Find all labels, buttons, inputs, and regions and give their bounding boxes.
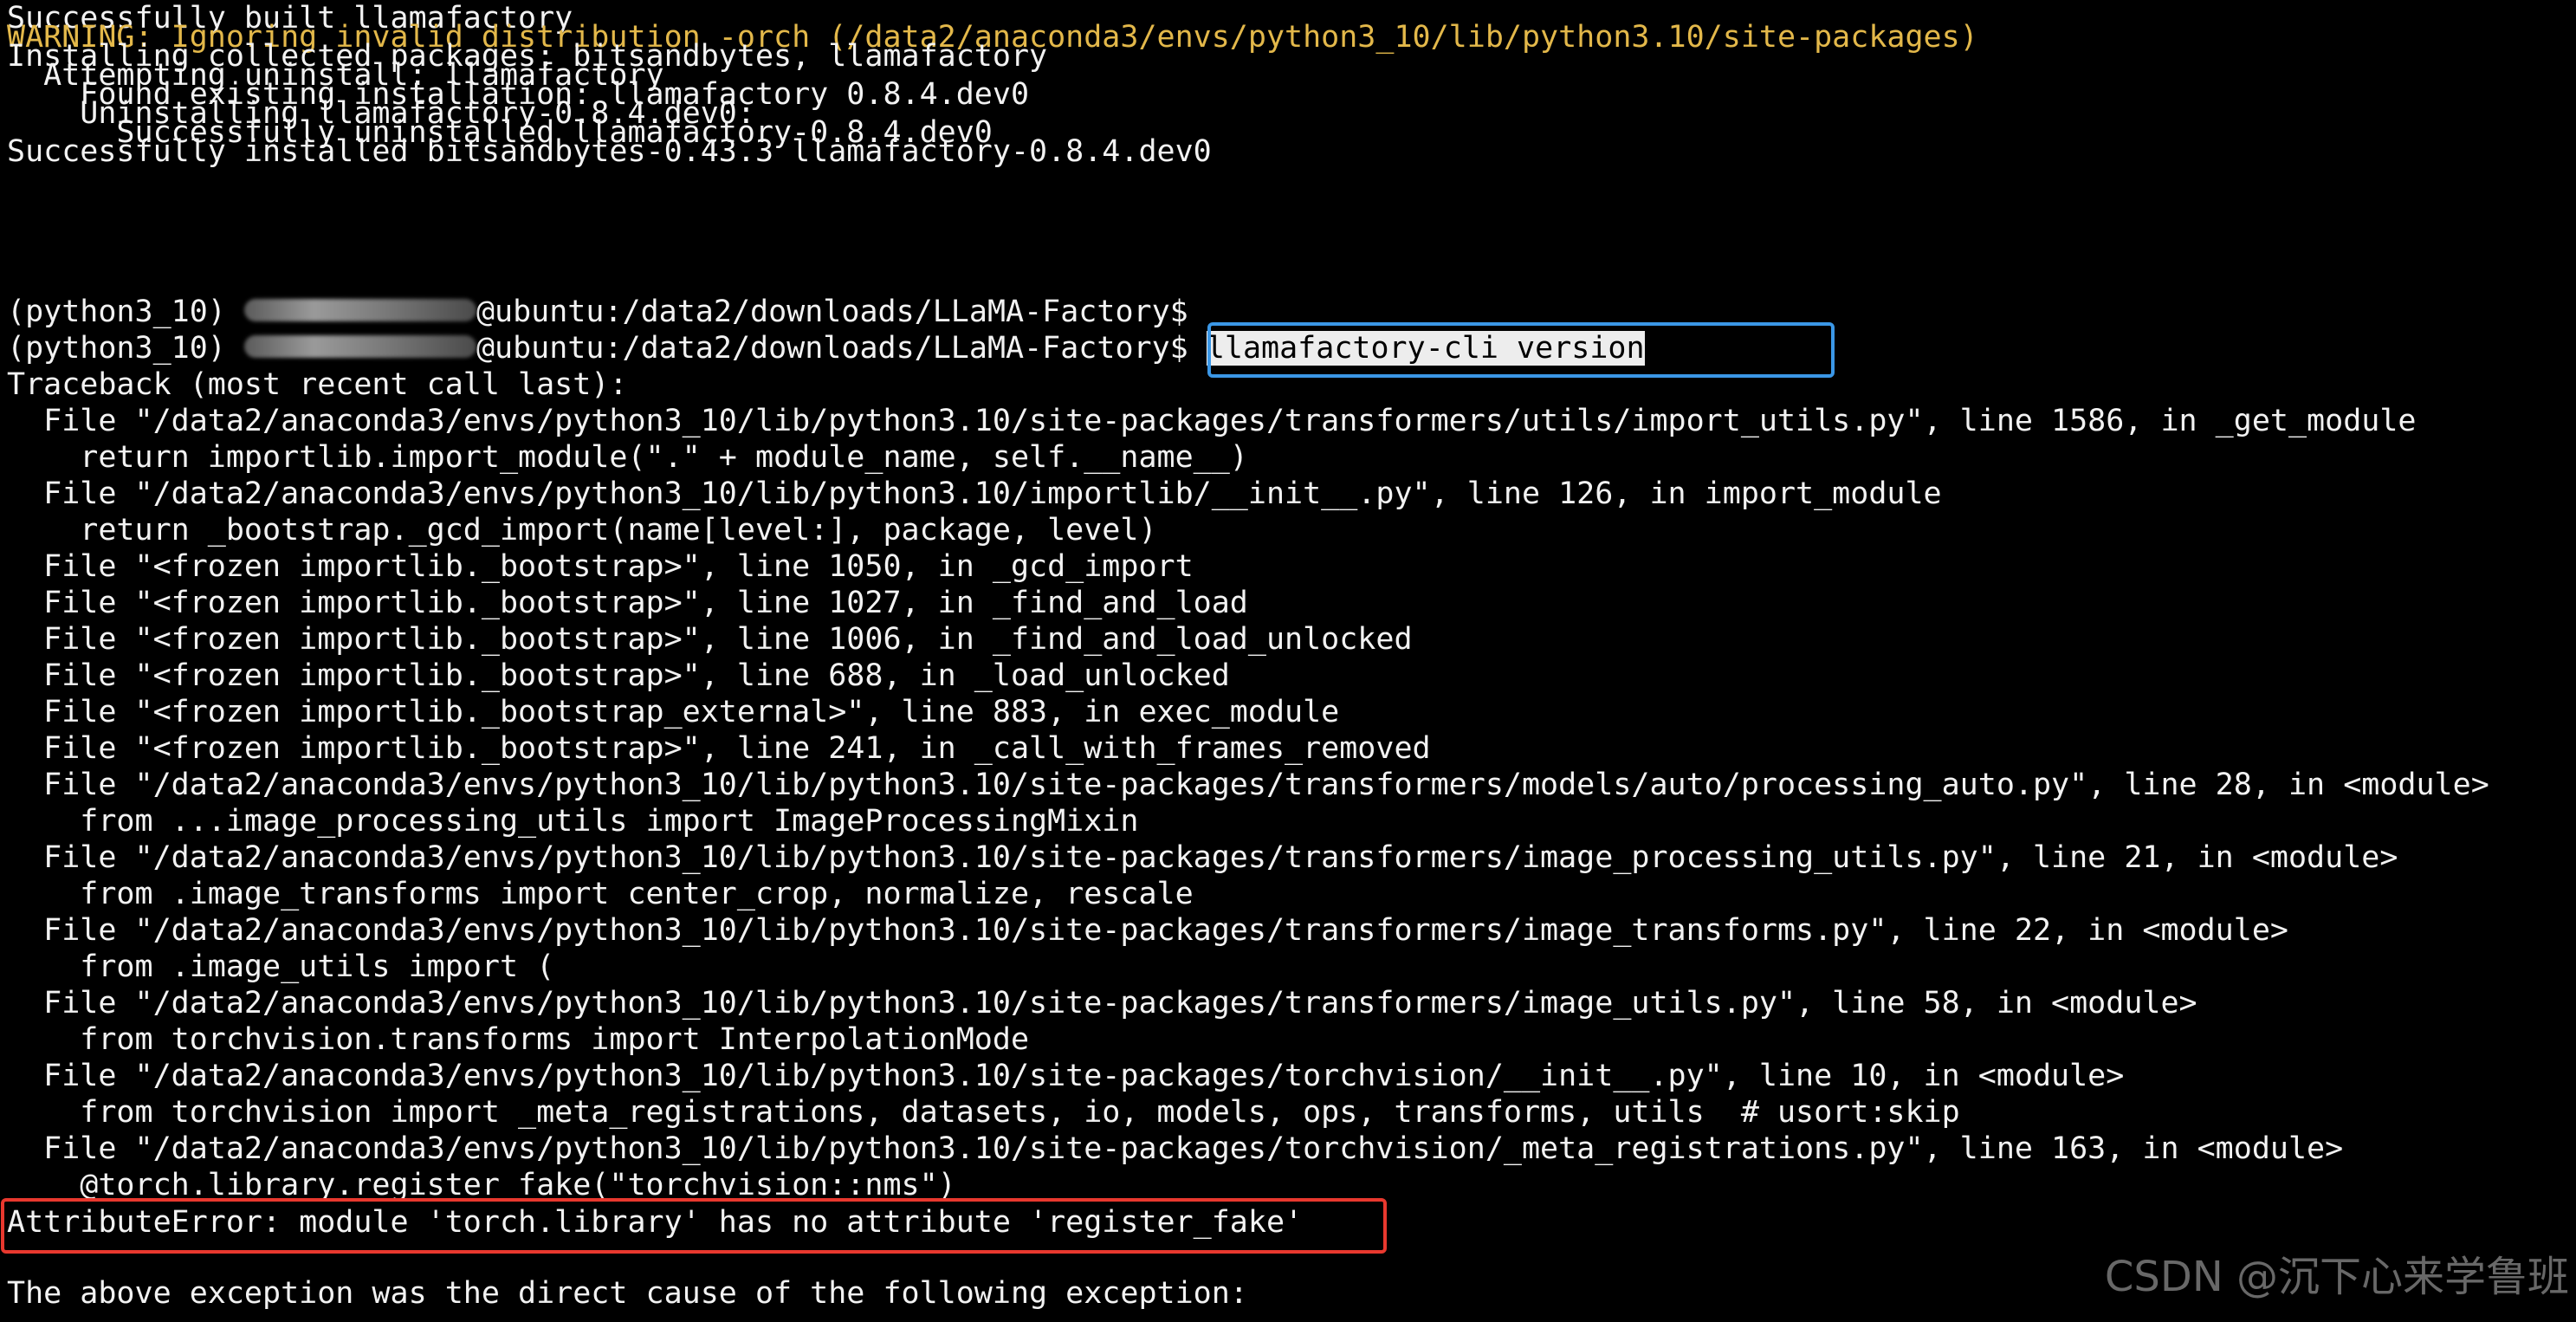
traceback-line: from .image_transforms import center_cro… (7, 877, 1194, 911)
prompt-env: (python3_10) (7, 331, 244, 366)
traceback-line: File "/data2/anaconda3/envs/python3_10/l… (7, 476, 1942, 511)
redacted-username (243, 335, 476, 358)
traceback-line: File "<frozen importlib._bootstrap>", li… (7, 658, 1230, 693)
traceback-line: @torch.library.register_fake("torchvisio… (7, 1168, 956, 1202)
command-text[interactable]: llamafactory-cli version (1206, 331, 1645, 366)
traceback-line: File "/data2/anaconda3/envs/python3_10/l… (7, 404, 2417, 438)
shell-prompt: (python3_10) @ubuntu:/data2/downloads/LL… (7, 294, 1188, 330)
traceback-line: File "/data2/anaconda3/envs/python3_10/l… (7, 913, 2288, 948)
traceback-line: File "/data2/anaconda3/envs/python3_10/l… (7, 840, 2398, 875)
output-line: Successfully installed bitsandbytes-0.43… (7, 134, 1212, 169)
traceback-line: from torchvision.transforms import Inter… (7, 1022, 1030, 1057)
redacted-username (243, 299, 476, 321)
traceback-line: File "/data2/anaconda3/envs/python3_10/l… (7, 1059, 2125, 1093)
traceback-line: File "/data2/anaconda3/envs/python3_10/l… (7, 1131, 2344, 1166)
traceback-line: File "<frozen importlib._bootstrap>", li… (7, 622, 1413, 657)
traceback-line: return _bootstrap._gcd_import(name[level… (7, 513, 1157, 548)
shell-prompt-command: (python3_10) @ubuntu:/data2/downloads/LL… (7, 330, 1645, 366)
traceback-line: from .image_utils import ( (7, 949, 555, 984)
traceback-line: File "<frozen importlib._bootstrap>", li… (7, 586, 1248, 620)
terminal-window[interactable]: Successfully built llamafactory WARNING:… (0, 0, 2576, 1322)
traceback-line: return importlib.import_module("." + mod… (7, 440, 1248, 475)
traceback-line: File "/data2/anaconda3/envs/python3_10/l… (7, 768, 2489, 802)
prompt-env: (python3_10) (7, 295, 244, 329)
exception-footer: The above exception was the direct cause… (7, 1276, 1248, 1311)
traceback-line: from torchvision import _meta_registrati… (7, 1095, 1960, 1130)
traceback-line: Traceback (most recent call last): (7, 367, 628, 402)
traceback-line: File "<frozen importlib._bootstrap>", li… (7, 549, 1194, 584)
traceback-line: File "<frozen importlib._bootstrap_exter… (7, 695, 1340, 729)
error-message: AttributeError: module 'torch.library' h… (7, 1205, 1304, 1240)
traceback-line: from ...image_processing_utils import Im… (7, 804, 1139, 839)
csdn-watermark: CSDN @沉下心来学鲁班 (2104, 1253, 2569, 1301)
prompt-host-path: @ubuntu:/data2/downloads/LLaMA-Factory$ (476, 331, 1188, 366)
traceback-line: File "<frozen importlib._bootstrap>", li… (7, 731, 1431, 766)
traceback-line: File "/data2/anaconda3/envs/python3_10/l… (7, 986, 2197, 1021)
prompt-host-path: @ubuntu:/data2/downloads/LLaMA-Factory$ (476, 295, 1188, 329)
